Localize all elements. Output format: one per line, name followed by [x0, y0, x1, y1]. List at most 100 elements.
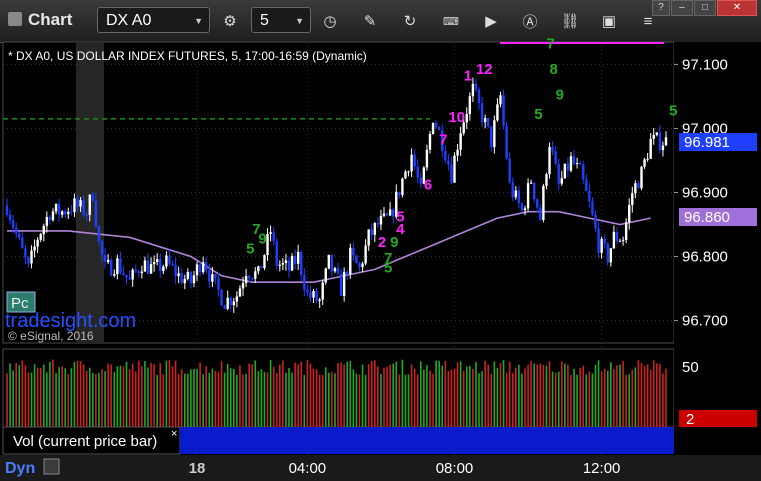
candle-body	[591, 201, 594, 215]
candle-body	[545, 174, 548, 186]
candle-body	[235, 296, 239, 302]
candle-body	[339, 273, 343, 296]
candle-body	[333, 268, 337, 272]
candle-body	[205, 262, 208, 271]
candle-body	[508, 158, 511, 183]
candle-body	[542, 185, 545, 220]
candle-body	[468, 96, 472, 114]
candle-body	[416, 166, 419, 178]
bottom-bar-label[interactable]: Dyn	[5, 460, 35, 477]
candle-body	[266, 233, 269, 256]
candle-body	[254, 271, 257, 279]
candle-body	[14, 227, 18, 234]
candle-body	[646, 158, 649, 160]
candle-body	[502, 95, 505, 126]
candle-body	[536, 199, 539, 208]
candle-body	[511, 182, 514, 198]
count-label: 5	[384, 260, 392, 277]
candle-body	[367, 229, 370, 246]
candle-body	[284, 260, 288, 263]
candle-body	[149, 264, 153, 274]
candle-body	[88, 194, 91, 215]
candle-body	[539, 207, 542, 220]
candle-body	[220, 289, 223, 306]
candle-body	[523, 208, 527, 211]
candle-body	[39, 234, 42, 240]
price-tick-label: 96.800	[682, 249, 728, 266]
candle-body	[658, 132, 662, 151]
candle-body	[312, 290, 315, 298]
close-icon[interactable]: ×	[171, 428, 177, 440]
candle-body	[183, 279, 186, 284]
candle-body	[11, 220, 15, 228]
candle-body	[364, 245, 367, 264]
candle-body	[116, 258, 119, 275]
price-tick-label: 96.700	[682, 313, 728, 330]
candle-body	[5, 205, 9, 215]
candle-body	[631, 193, 634, 206]
bottom-bar-icon[interactable]	[43, 458, 60, 475]
candle-body	[628, 205, 631, 223]
candle-body	[306, 289, 309, 293]
candle-body	[226, 297, 229, 309]
candle-body	[257, 266, 260, 272]
candle-body	[315, 290, 318, 302]
count-label: 5	[396, 208, 404, 225]
candle-body	[97, 226, 101, 242]
count-label: 9	[556, 87, 564, 104]
candle-body	[444, 150, 447, 161]
candle-body	[612, 231, 616, 249]
candle-body	[27, 257, 30, 264]
candle-body	[434, 122, 438, 127]
candle-body	[131, 269, 134, 280]
candle-body	[324, 268, 327, 283]
candle-body	[140, 271, 144, 274]
copyright: © eSignal, 2016	[8, 329, 94, 343]
count-label: 6	[424, 176, 432, 193]
candle-body	[585, 179, 588, 191]
candle-body	[548, 147, 551, 175]
candle-body	[100, 241, 104, 255]
candle-body	[70, 211, 73, 213]
candle-body	[551, 147, 554, 152]
candle-body	[174, 265, 177, 277]
time-tick-label: 08:00	[436, 460, 474, 477]
candle-body	[603, 238, 606, 244]
price-tick-label: 96.900	[682, 185, 728, 202]
candle-body	[361, 263, 364, 268]
candle-body	[223, 305, 226, 309]
candle-body	[490, 126, 493, 148]
candle-body	[447, 160, 450, 165]
chart-header: * DX A0, US DOLLAR INDEX FUTURES, 5, 17:…	[8, 49, 367, 63]
candle-body	[51, 211, 55, 221]
candle-body	[57, 203, 61, 215]
candle-body	[349, 247, 352, 275]
candle-body	[260, 266, 263, 269]
candle-body	[355, 255, 358, 264]
candle-body	[303, 274, 306, 290]
candle-body	[327, 254, 331, 269]
candle-body	[275, 241, 278, 266]
candle-body	[480, 103, 484, 123]
candle-body	[67, 211, 70, 215]
candle-body	[634, 183, 637, 194]
candle-body	[73, 198, 76, 213]
candle-body	[621, 239, 625, 241]
volume-axis-label: 50	[682, 359, 699, 376]
candle-body	[195, 264, 199, 276]
price-chart[interactable]: 795 97524567101 127895 5 97.10097.00096.900…	[0, 0, 761, 481]
candle-body	[615, 231, 619, 242]
candle-body	[21, 237, 24, 249]
candle-body	[128, 277, 131, 280]
candle-body	[465, 113, 468, 123]
candle-body	[637, 183, 640, 189]
candle-body	[600, 238, 603, 253]
candle-body	[134, 269, 137, 272]
candle-body	[60, 211, 64, 215]
candle-body	[336, 268, 340, 274]
candle-body	[198, 264, 202, 273]
candle-body	[119, 258, 122, 273]
candle-body	[30, 250, 33, 264]
candle-body	[597, 228, 600, 253]
count-label: 10	[448, 109, 465, 126]
